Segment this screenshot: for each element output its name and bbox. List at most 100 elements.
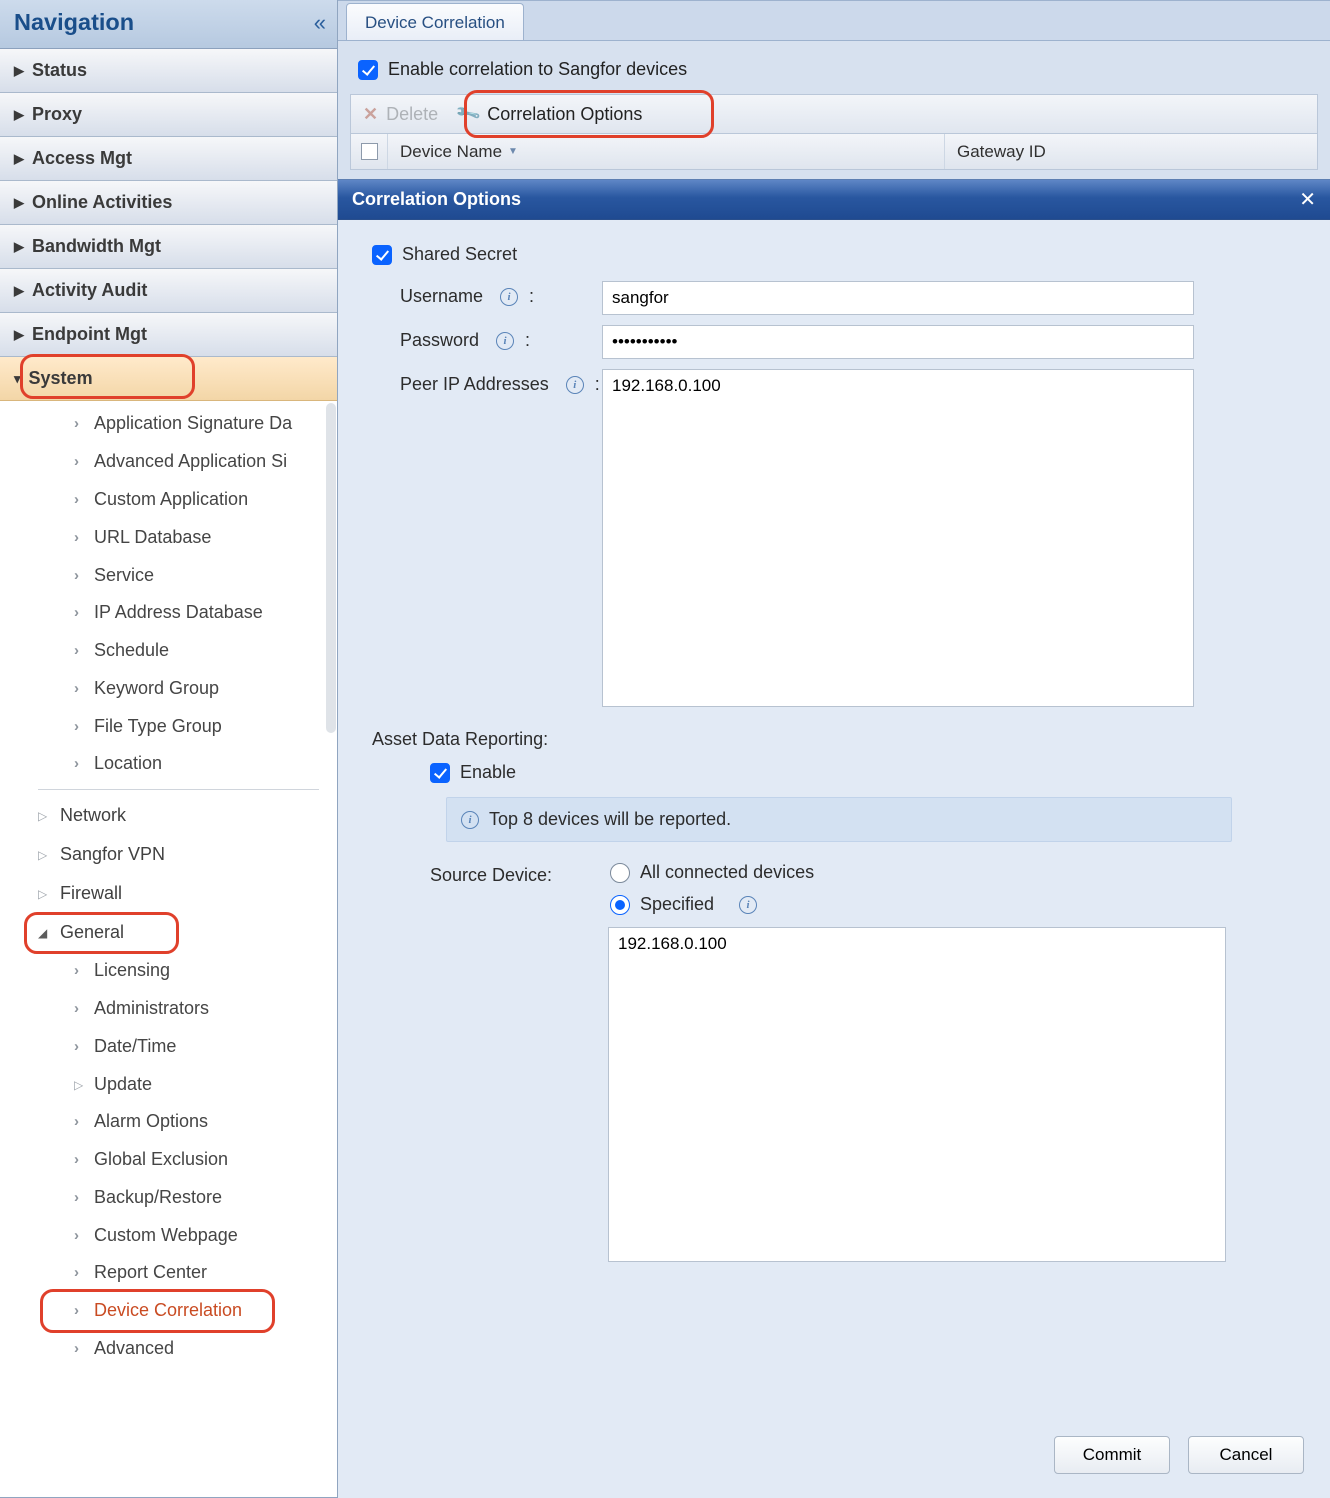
tab-device-correlation[interactable]: Device Correlation [346,3,524,40]
chevron-icon [74,1151,86,1168]
tree-group-network[interactable]: Network [0,796,337,835]
accordion-access-mgt[interactable]: ▶Access Mgt [0,137,337,181]
accordion-online-activities[interactable]: ▶Online Activities [0,181,337,225]
tree-item[interactable]: Keyword Group [74,669,337,707]
tree-item[interactable]: URL Database [74,518,337,556]
accordion-endpoint-mgt[interactable]: ▶ Endpoint Mgt [0,313,337,357]
source-device-label: Source Device: [430,862,610,886]
chevron-right-icon [74,453,86,470]
collapse-sidebar-icon[interactable]: « [314,10,323,36]
radio-all-devices[interactable]: All connected devices [610,862,814,883]
chevron-icon [74,1113,86,1130]
chevron-open-icon [38,924,50,941]
correlation-options-label: Correlation Options [487,104,642,125]
asset-enable-checkbox[interactable] [430,763,450,783]
radio-specified[interactable]: Specified i [610,894,814,915]
commit-button[interactable]: Commit [1054,1436,1170,1474]
tree-item[interactable]: Custom Webpage [74,1216,337,1254]
tree-item-label: Custom Webpage [94,1225,238,1246]
tree-item-device-correlation[interactable]: Device Correlation [74,1292,337,1330]
tree-item[interactable]: Administrators [74,990,337,1028]
tab-bar: Device Correlation [338,1,1330,41]
tree-item[interactable]: Update [74,1065,337,1103]
tree-group-sangfor-vpn[interactable]: Sangfor VPN [0,835,337,874]
enable-correlation-label: Enable correlation to Sangfor devices [388,59,687,80]
radio-specified-input[interactable] [610,895,630,915]
accordion-proxy[interactable]: ▶Proxy [0,93,337,137]
system-tree: Application Signature Da Advanced Applica… [0,401,337,1497]
radio-specified-label: Specified [640,894,714,915]
tree-item[interactable]: Service [74,556,337,594]
caret-right-icon: ▶ [14,195,24,211]
accordion-label: Status [32,60,87,81]
chevron-right-icon [74,491,86,508]
shared-secret-checkbox[interactable] [372,245,392,265]
tree-item[interactable]: Advanced [74,1330,337,1368]
grid-col-gateway-id[interactable]: Gateway ID [945,142,1058,162]
grid-header: Device Name ▼ Gateway ID [350,134,1318,170]
asset-enable-label: Enable [460,762,516,783]
grid-select-all-checkbox[interactable] [361,143,378,160]
sidebar: Navigation « ▶Status ▶Proxy ▶Access Mgt … [0,0,338,1498]
chevron-closed-icon [38,846,50,863]
tree-group-label: General [60,922,124,943]
info-icon[interactable]: i [500,288,518,306]
toolbar: ✕ Delete 🔧 Correlation Options [350,94,1318,134]
accordion-label: Activity Audit [32,280,147,301]
radio-all-input[interactable] [610,863,630,883]
chevron-closed-icon [38,885,50,902]
chevron-right-icon [74,415,86,432]
delete-button[interactable]: ✕ Delete [363,104,438,125]
info-icon: i [461,811,479,829]
chevron-right-icon [74,680,86,697]
tree-item[interactable]: Report Center [74,1254,337,1292]
dialog-title: Correlation Options [352,189,521,210]
correlation-options-dialog: Correlation Options ✕ Shared Secret User… [338,179,1330,1498]
accordion-status[interactable]: ▶Status [0,49,337,93]
sort-desc-icon: ▼ [508,146,518,157]
tree-item[interactable]: Backup/Restore [74,1179,337,1217]
accordion-label: Bandwidth Mgt [32,236,161,257]
username-input[interactable] [602,281,1194,315]
tree-item-label: Location [94,753,162,774]
tree-item[interactable]: IP Address Database [74,594,337,632]
info-icon[interactable]: i [496,332,514,350]
peer-ip-textarea[interactable] [602,369,1194,707]
tree-item[interactable]: Global Exclusion [74,1141,337,1179]
tree-item[interactable]: Licensing [74,952,337,990]
tree-item[interactable]: Schedule [74,632,337,670]
enable-correlation-row: Enable correlation to Sangfor devices [350,55,1318,94]
correlation-options-button[interactable]: 🔧 Correlation Options [458,104,642,125]
tree-item[interactable]: Date/Time [74,1027,337,1065]
tree-item[interactable]: Custom Application [74,481,337,519]
accordion-system[interactable]: ▾System [0,357,337,401]
tree-item[interactable]: Advanced Application Si [74,443,337,481]
accordion-label: Endpoint Mgt [32,324,147,345]
tree-item-label: Advanced Application Si [94,451,287,472]
specified-devices-textarea[interactable] [608,927,1226,1262]
info-icon[interactable]: i [566,376,584,394]
tree-group-general[interactable]: General [0,913,337,952]
accordion-label: Proxy [32,104,82,125]
tree-item[interactable]: Alarm Options [74,1103,337,1141]
cancel-button[interactable]: Cancel [1188,1436,1304,1474]
grid-col-device-name[interactable]: Device Name ▼ [388,142,944,162]
tree-group-label: Firewall [60,883,122,904]
tree-item-label: Application Signature Da [94,413,292,434]
accordion-bandwidth-mgt[interactable]: ▶Bandwidth Mgt [0,225,337,269]
password-input[interactable] [602,325,1194,359]
tree-item-label: Advanced [94,1338,174,1359]
enable-correlation-checkbox[interactable] [358,60,378,80]
tree-item-label: Date/Time [94,1036,176,1057]
tree-group-firewall[interactable]: Firewall [0,874,337,913]
caret-right-icon: ▶ [14,327,24,343]
close-icon[interactable]: ✕ [1299,187,1316,212]
info-icon[interactable]: i [739,896,757,914]
tree-item[interactable]: Application Signature Da [74,405,337,443]
tree-item[interactable]: File Type Group [74,707,337,745]
tree-item[interactable]: Location [74,745,337,783]
accordion-activity-audit[interactable]: ▶Activity Audit [0,269,337,313]
dialog-titlebar: Correlation Options ✕ [338,180,1330,220]
chevron-closed-icon [38,807,50,824]
tree-item-label: Schedule [94,640,169,661]
